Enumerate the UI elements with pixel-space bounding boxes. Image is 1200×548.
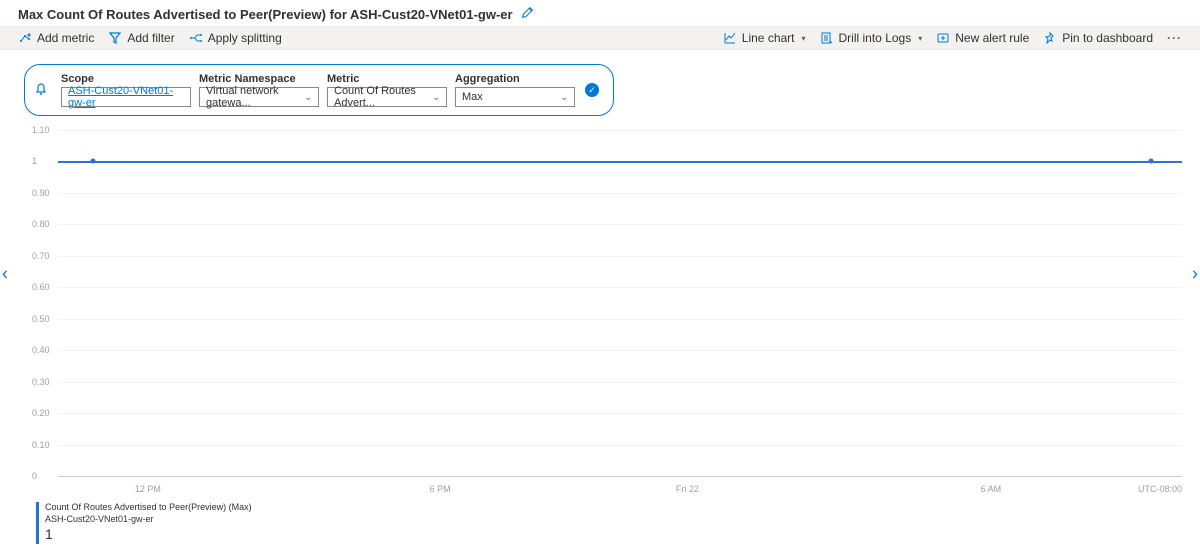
y-tick-label: 1 xyxy=(32,156,37,166)
data-point xyxy=(1148,159,1153,164)
chart-type-dropdown[interactable]: Line chart ▾ xyxy=(723,31,806,45)
add-filter-button[interactable]: Add filter xyxy=(108,31,174,45)
scope-value: ASH-Cust20-VNet01-gw-er xyxy=(68,85,184,109)
pin-label: Pin to dashboard xyxy=(1062,31,1153,45)
legend-series-name: Count Of Routes Advertised to Peer(Previ… xyxy=(45,502,1182,514)
prev-chart-button[interactable]: ‹ xyxy=(2,264,8,285)
chart-type-label: Line chart xyxy=(742,31,795,45)
pin-icon xyxy=(1043,31,1057,45)
x-tick-label: 12 PM xyxy=(135,484,161,494)
metric-selector[interactable]: Count Of Routes Advert...⌄ xyxy=(327,87,447,107)
add-metric-label: Add metric xyxy=(37,31,94,45)
metric-value: Count Of Routes Advert... xyxy=(334,85,432,109)
logs-icon xyxy=(820,31,834,45)
gridline xyxy=(58,445,1182,446)
drill-logs-dropdown[interactable]: Drill into Logs ▾ xyxy=(820,31,923,45)
y-tick-label: 0.70 xyxy=(32,251,50,261)
y-tick-label: 0.40 xyxy=(32,345,50,355)
scope-label: Scope xyxy=(61,73,191,85)
y-tick-label: 0.20 xyxy=(32,408,50,418)
filter-icon xyxy=(108,31,122,45)
metric-config-pill: Scope ASH-Cust20-VNet01-gw-er Metric Nam… xyxy=(24,64,614,116)
metric-label: Metric xyxy=(327,73,447,85)
more-options-button[interactable]: ··· xyxy=(1167,31,1182,45)
edit-title-icon[interactable] xyxy=(521,6,534,22)
new-alert-label: New alert rule xyxy=(955,31,1029,45)
y-tick-label: 0 xyxy=(32,471,37,481)
next-chart-button[interactable]: › xyxy=(1192,264,1198,285)
gridline xyxy=(58,256,1182,257)
scope-selector[interactable]: ASH-Cust20-VNet01-gw-er xyxy=(61,87,191,107)
chevron-down-icon: ⌄ xyxy=(304,92,312,103)
chevron-down-icon: ▾ xyxy=(918,34,922,43)
gridline xyxy=(58,287,1182,288)
chevron-down-icon: ⌄ xyxy=(432,92,440,103)
y-tick-label: 0.30 xyxy=(32,377,50,387)
y-tick-label: 0.10 xyxy=(32,440,50,450)
pin-dashboard-button[interactable]: Pin to dashboard xyxy=(1043,31,1153,45)
config-valid-icon: ✓ xyxy=(585,83,599,97)
gridline xyxy=(58,413,1182,414)
gridline xyxy=(58,382,1182,383)
x-tick-label: 6 AM xyxy=(981,484,1002,494)
timezone-label: UTC-08:00 xyxy=(1138,484,1182,494)
gridline xyxy=(58,476,1182,477)
gridline xyxy=(58,193,1182,194)
namespace-value: Virtual network gatewa... xyxy=(206,85,304,109)
y-tick-label: 0.60 xyxy=(32,282,50,292)
y-tick-label: 0.90 xyxy=(32,188,50,198)
chart-toolbar: Add metric Add filter Apply splitting Li… xyxy=(0,26,1200,50)
y-tick-label: 0.50 xyxy=(32,314,50,324)
data-series-line xyxy=(58,161,1182,163)
y-tick-label: 1.10 xyxy=(32,125,50,135)
drill-logs-label: Drill into Logs xyxy=(839,31,912,45)
chevron-down-icon: ▾ xyxy=(802,34,806,43)
y-tick-label: 0.80 xyxy=(32,219,50,229)
apply-splitting-button[interactable]: Apply splitting xyxy=(189,31,282,45)
gridline xyxy=(58,224,1182,225)
x-tick-label: 6 PM xyxy=(430,484,451,494)
data-point xyxy=(90,159,95,164)
resource-icon xyxy=(33,82,49,99)
add-filter-label: Add filter xyxy=(127,31,174,45)
chart-x-axis: 12 PM 6 PM Fri 22 6 AM UTC-08:00 xyxy=(58,484,1182,498)
namespace-label: Metric Namespace xyxy=(199,73,319,85)
aggregation-selector[interactable]: Max ⌄ xyxy=(455,87,575,107)
split-icon xyxy=(189,31,203,45)
line-chart-icon xyxy=(723,31,737,45)
add-metric-icon xyxy=(18,31,32,45)
alert-icon xyxy=(936,31,950,45)
aggregation-value: Max xyxy=(462,91,483,103)
legend-resource-name: ASH-Cust20-VNet01-gw-er xyxy=(45,514,1182,526)
x-tick-label: Fri 22 xyxy=(676,484,699,494)
gridline xyxy=(58,319,1182,320)
chart-plot-area[interactable]: 0 0.10 0.20 0.30 0.40 0.50 0.60 0.70 0.80 0.90 1 1.… xyxy=(32,128,1182,484)
gridline xyxy=(58,130,1182,131)
new-alert-button[interactable]: New alert rule xyxy=(936,31,1029,45)
chart-legend[interactable]: Count Of Routes Advertised to Peer(Previ… xyxy=(36,502,1182,544)
gridline xyxy=(58,350,1182,351)
aggregation-label: Aggregation xyxy=(455,73,575,85)
apply-splitting-label: Apply splitting xyxy=(208,31,282,45)
add-metric-button[interactable]: Add metric xyxy=(18,31,94,45)
namespace-selector[interactable]: Virtual network gatewa...⌄ xyxy=(199,87,319,107)
legend-value: 1 xyxy=(45,525,1182,543)
chevron-down-icon: ⌄ xyxy=(560,92,568,103)
page-title: Max Count Of Routes Advertised to Peer(P… xyxy=(18,7,513,22)
